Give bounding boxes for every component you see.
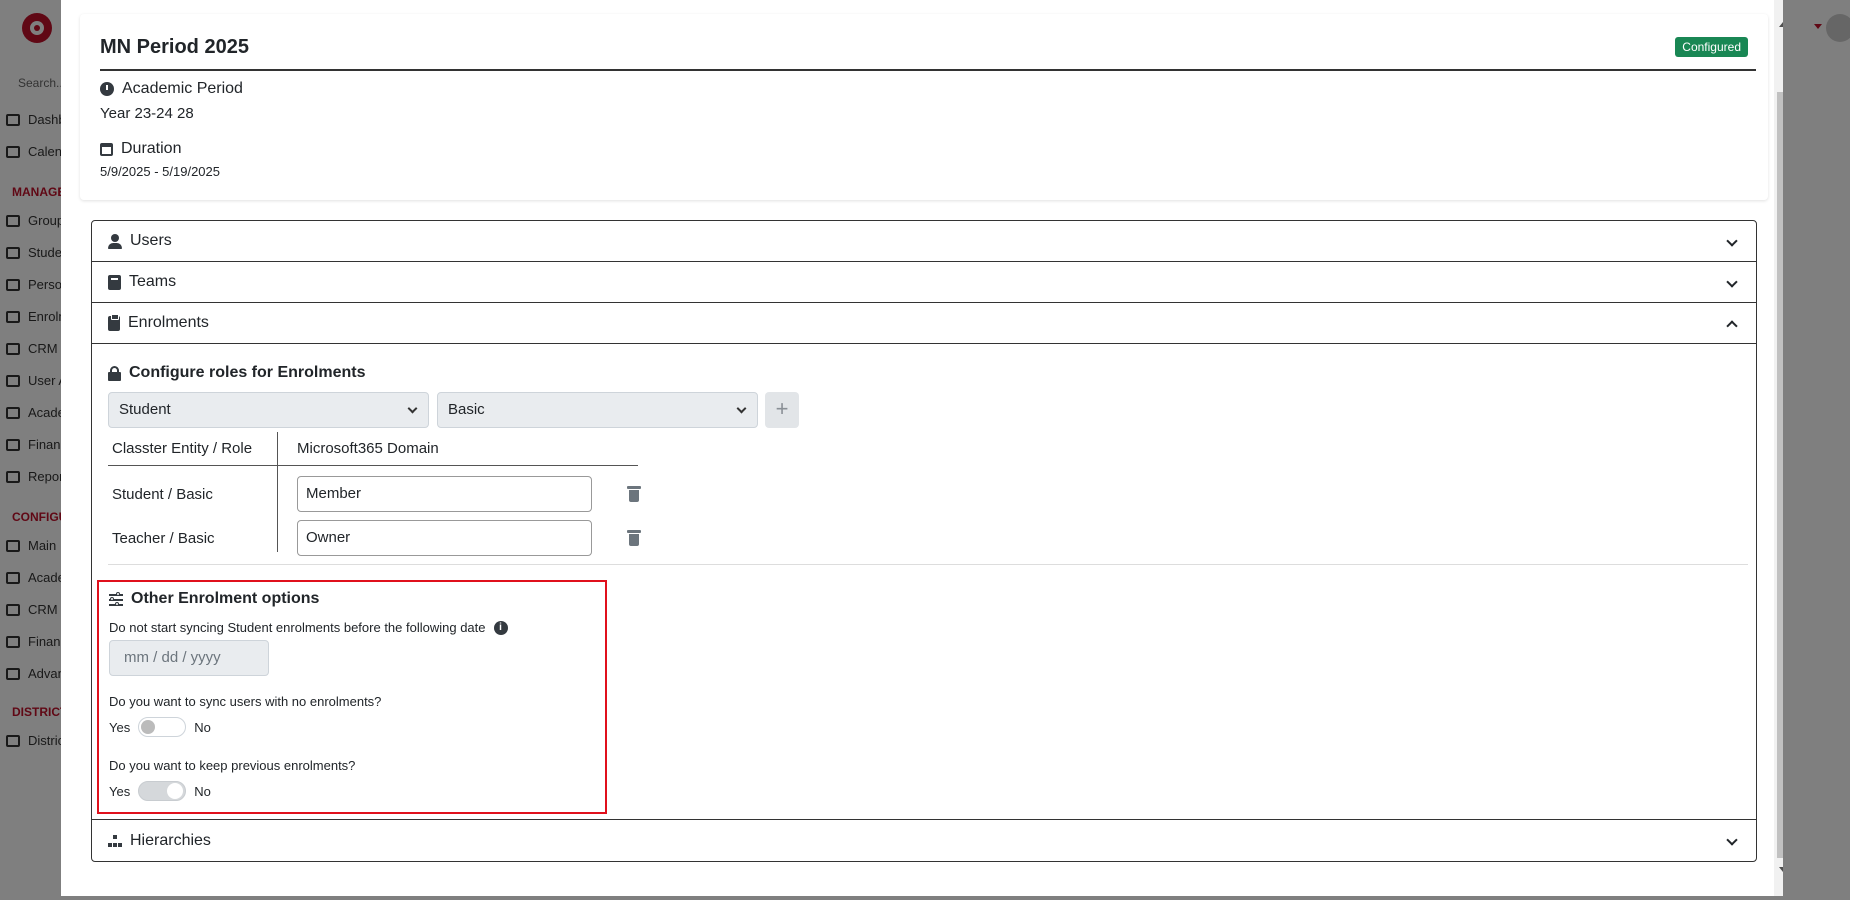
accordion-teams-header[interactable]: Teams: [92, 262, 1756, 303]
page-title: MN Period 2025: [100, 36, 249, 58]
keep-previous-question: Do you want to keep previous enrolments?: [109, 758, 356, 773]
add-role-button[interactable]: +: [765, 392, 799, 428]
calendar-icon: [100, 142, 113, 156]
column-header-entity: Classter Entity / Role: [112, 440, 253, 457]
sliders-icon: [109, 591, 123, 606]
sync-no-enrolments-toggle-row: Yes No: [109, 717, 211, 737]
sync-no-enrolments-toggle[interactable]: [138, 717, 187, 737]
trash-icon[interactable]: [627, 486, 641, 502]
period-modal: MN Period 2025 Configured Academic Perio…: [61, 0, 1783, 896]
table-row-role: Teacher / Basic: [112, 530, 215, 547]
other-options-heading: Other Enrolment options: [109, 590, 319, 608]
modal-scrollbar[interactable]: [1774, 0, 1783, 896]
academic-period-label: Academic Period: [100, 80, 243, 98]
clock-icon: [100, 82, 114, 96]
sync-no-enrolments-question: Do you want to sync users with no enrolm…: [109, 694, 382, 709]
configure-roles-heading: Configure roles for Enrolments: [108, 364, 365, 382]
scroll-up-icon[interactable]: [1779, 22, 1783, 27]
chevron-down-icon: [407, 403, 418, 414]
entity-select[interactable]: Student: [108, 392, 429, 428]
accordion-hierarchies-header[interactable]: Hierarchies: [92, 820, 1756, 861]
chevron-down-icon: [1726, 235, 1738, 247]
column-header-domain: Microsoft365 Domain: [297, 440, 439, 457]
info-icon[interactable]: i: [493, 620, 508, 635]
academic-period-value: Year 23-24 28: [100, 105, 194, 122]
modal-content: MN Period 2025 Configured Academic Perio…: [61, 0, 1783, 896]
chevron-down-icon: [1726, 834, 1738, 846]
chevron-down-icon: [736, 403, 747, 414]
duration-label: Duration: [100, 140, 181, 158]
divider: [100, 69, 1756, 71]
sync-start-date-input[interactable]: mm / dd / yyyy: [109, 640, 269, 676]
table-row-role: Student / Basic: [112, 486, 213, 503]
clipboard-icon: [108, 313, 120, 331]
chevron-up-icon: [1726, 320, 1738, 332]
scroll-down-icon[interactable]: [1779, 867, 1783, 872]
keep-previous-toggle-row: Yes No: [109, 781, 211, 801]
accordion-enrolments-body: Configure roles for Enrolments Student B…: [92, 344, 1756, 820]
status-badge: Configured: [1675, 37, 1748, 57]
sitemap-icon: [108, 834, 122, 847]
lock-icon: [108, 365, 121, 381]
column-divider: [277, 432, 278, 552]
duration-value: 5/9/2025 - 5/19/2025: [100, 164, 220, 179]
scrollbar-thumb[interactable]: [1777, 92, 1783, 858]
user-icon: [108, 233, 122, 249]
accordion-enrolments-header[interactable]: Enrolments: [92, 303, 1756, 344]
accordion-users-header[interactable]: Users: [92, 221, 1756, 262]
trash-icon[interactable]: [627, 530, 641, 546]
domain-input-student[interactable]: Member: [297, 476, 592, 512]
book-icon: [108, 274, 121, 290]
sync-date-question: Do not start syncing Student enrolments …: [109, 620, 508, 635]
role-select[interactable]: Basic: [437, 392, 758, 428]
period-summary-card: MN Period 2025 Configured Academic Perio…: [80, 14, 1768, 200]
other-enrolment-options-highlight: Other Enrolment options Do not start syn…: [97, 580, 607, 814]
divider: [108, 564, 1748, 565]
keep-previous-toggle[interactable]: [138, 781, 187, 801]
sections-accordion: Users Teams Enrolments Configure roles f…: [91, 220, 1757, 862]
domain-input-teacher[interactable]: Owner: [297, 520, 592, 556]
chevron-down-icon: [1726, 276, 1738, 288]
